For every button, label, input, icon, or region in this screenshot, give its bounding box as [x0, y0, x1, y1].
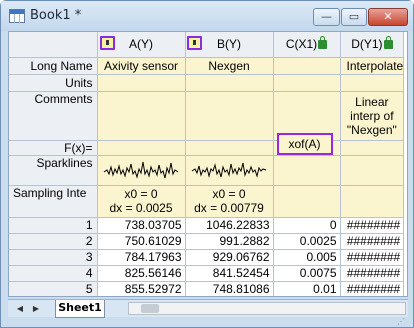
- data-cell[interactable]: ########: [340, 249, 405, 266]
- data-cell[interactable]: 929.06762: [185, 249, 274, 266]
- data-cell[interactable]: 0.0075: [273, 265, 341, 282]
- column-header-label: B(Y): [217, 37, 241, 52]
- sparkline-cell[interactable]: [185, 155, 274, 186]
- data-cell[interactable]: 825.56146: [97, 265, 186, 282]
- units-cell[interactable]: [340, 74, 405, 92]
- next-sheet-button[interactable]: ▶: [30, 303, 42, 315]
- formula-cell[interactable]: xof(A): [273, 132, 341, 156]
- sampling-x0: x0 = 0: [212, 187, 246, 201]
- data-cell[interactable]: 855.52972: [97, 281, 186, 296]
- formula-value[interactable]: xof(A): [276, 132, 333, 155]
- sparkline-cell[interactable]: [97, 155, 186, 186]
- column-header-b[interactable]: B(Y): [185, 32, 274, 58]
- workbook-window: Book1 * — ▭ ✕ A(Y) B(Y) C(X1) D(Y1) Long…: [0, 0, 414, 328]
- data-cell[interactable]: 0: [273, 217, 341, 234]
- long-name-cell[interactable]: Nexgen: [185, 57, 274, 75]
- tab-sheet1[interactable]: Sheet1: [55, 300, 105, 318]
- column-header-a[interactable]: A(Y): [97, 32, 186, 58]
- comments-cell[interactable]: [185, 91, 274, 141]
- data-cell[interactable]: ########: [340, 281, 405, 296]
- data-cell[interactable]: 750.61029: [97, 233, 186, 250]
- sampling-dx: dx = 0.00779: [194, 201, 264, 215]
- data-cell[interactable]: 0.005: [273, 249, 341, 266]
- padlock-icon: [383, 36, 393, 50]
- row-number[interactable]: 4: [9, 265, 98, 282]
- sampling-dx: dx = 0.0025: [109, 201, 173, 215]
- prev-sheet-button[interactable]: ◀: [14, 303, 26, 315]
- column-header-label: C(X1): [285, 37, 318, 52]
- data-cell[interactable]: ########: [340, 217, 405, 234]
- window-title: Book1 *: [30, 8, 82, 23]
- long-name-cell[interactable]: Interpolate: [340, 57, 405, 75]
- data-cell[interactable]: 0.0025: [273, 233, 341, 250]
- lock-icon[interactable]: [99, 36, 115, 50]
- row-number[interactable]: 5: [9, 281, 98, 296]
- row-label-long-name[interactable]: Long Name: [9, 57, 98, 75]
- data-cell[interactable]: 784.17963: [97, 249, 186, 266]
- sampling-cell[interactable]: x0 = 0 dx = 0.0025: [97, 185, 186, 218]
- scrollbar-thumb[interactable]: [141, 304, 159, 313]
- sampling-x0: x0 = 0: [124, 187, 158, 201]
- comment-line: Linear: [355, 94, 389, 109]
- minimize-button[interactable]: —: [313, 8, 340, 26]
- data-cell[interactable]: ########: [340, 233, 405, 250]
- column-header-label: D(Y1): [351, 37, 383, 52]
- comments-cell[interactable]: [97, 91, 186, 141]
- padlock-icon: [318, 36, 328, 50]
- title-bar[interactable]: Book1 * — ▭ ✕: [1, 1, 413, 31]
- data-cell[interactable]: ########: [340, 265, 405, 282]
- row-label-sampling[interactable]: Sampling Inte: [9, 185, 98, 218]
- column-header-c[interactable]: C(X1): [273, 32, 341, 58]
- long-name-cell[interactable]: [273, 57, 341, 75]
- units-cell[interactable]: [97, 74, 186, 92]
- data-cell[interactable]: 738.03705: [97, 217, 186, 234]
- comment-line: interp of: [350, 108, 394, 123]
- units-cell[interactable]: [273, 74, 341, 92]
- sheet-bar: ◀ ▶ Sheet1: [8, 299, 408, 318]
- row-number[interactable]: 3: [9, 249, 98, 266]
- maximize-button[interactable]: ▭: [341, 8, 367, 26]
- row-label-sparklines[interactable]: Sparklines: [9, 155, 98, 186]
- comment-line: "Nexgen": [346, 122, 397, 137]
- row-label-units[interactable]: Units: [9, 74, 98, 92]
- formula-cell[interactable]: [185, 140, 274, 156]
- data-cell[interactable]: 841.52454: [185, 265, 274, 282]
- horizontal-scrollbar[interactable]: [128, 302, 406, 315]
- sparkline-cell[interactable]: [340, 155, 405, 186]
- sparkline-b: [191, 162, 267, 178]
- corner-cell[interactable]: [9, 32, 98, 58]
- row-number[interactable]: 2: [9, 233, 98, 250]
- column-header-d[interactable]: D(Y1): [340, 32, 405, 58]
- sparkline-a: [103, 161, 179, 179]
- resize-grip-icon[interactable]: ⋰: [397, 317, 409, 327]
- data-cell[interactable]: 0.01: [273, 281, 341, 296]
- comments-cell[interactable]: Linear interp of "Nexgen": [340, 91, 405, 141]
- worksheet-grid: A(Y) B(Y) C(X1) D(Y1) Long Name Axivity …: [8, 31, 408, 297]
- data-cell[interactable]: 1046.22833: [185, 217, 274, 234]
- row-label-fx[interactable]: F(x)=: [9, 140, 98, 156]
- sampling-cell[interactable]: x0 = 0 dx = 0.00779: [185, 185, 274, 218]
- workbook-icon: [9, 9, 25, 23]
- data-cell[interactable]: 991.2882: [185, 233, 274, 250]
- data-cell[interactable]: 748.81086: [185, 281, 274, 296]
- column-header-label: A(Y): [129, 37, 153, 52]
- lock-icon[interactable]: [186, 36, 202, 50]
- row-label-comments[interactable]: Comments: [9, 91, 98, 141]
- formula-cell[interactable]: [340, 140, 405, 156]
- long-name-cell[interactable]: Axivity sensor: [97, 57, 186, 75]
- formula-cell[interactable]: [97, 140, 186, 156]
- units-cell[interactable]: [185, 74, 274, 92]
- sparkline-cell[interactable]: [273, 155, 341, 186]
- sampling-cell[interactable]: [273, 185, 341, 218]
- sampling-cell[interactable]: [340, 185, 405, 218]
- close-button[interactable]: ✕: [368, 8, 408, 26]
- row-number[interactable]: 1: [9, 217, 98, 234]
